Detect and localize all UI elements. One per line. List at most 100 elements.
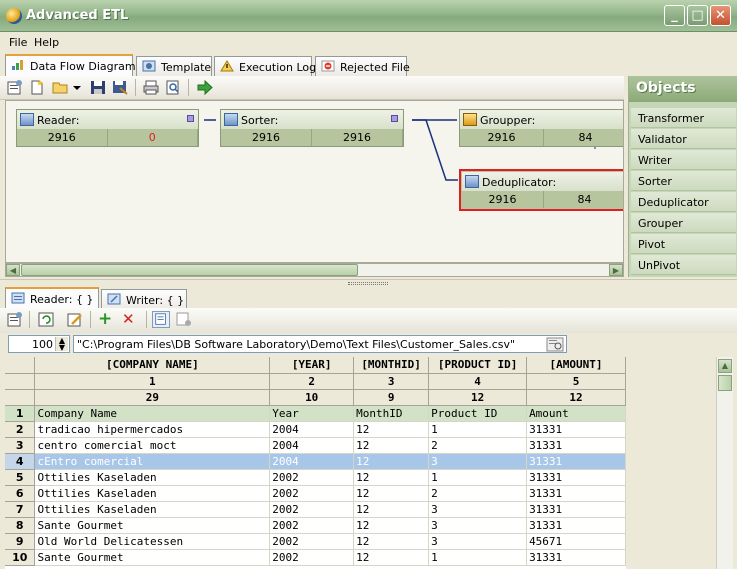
column-index[interactable]: 1 bbox=[34, 373, 271, 390]
print-preview-icon[interactable] bbox=[164, 79, 182, 96]
column-header[interactable]: [AMOUNT] bbox=[526, 357, 626, 374]
groupper-node[interactable]: Groupper: 2916 84 bbox=[459, 109, 623, 147]
column-index[interactable]: 5 bbox=[526, 373, 626, 390]
column-header[interactable]: [YEAR] bbox=[269, 357, 355, 374]
table-row[interactable]: 4 cEntro comercial 2004 12 3 31331 bbox=[5, 453, 626, 470]
object-sorter[interactable]: Sorter bbox=[631, 171, 736, 191]
deduplicator-node[interactable]: Deduplicator: 2916 84 bbox=[459, 169, 623, 211]
table-row[interactable]: 2 tradicao hipermercados 2004 12 1 31331 bbox=[5, 421, 626, 438]
scroll-up-icon[interactable]: ▲ bbox=[718, 359, 732, 373]
tab-template[interactable]: Template bbox=[136, 56, 212, 76]
table-row[interactable]: 5 Ottilies Kaseladen 2002 12 1 31331 bbox=[5, 469, 626, 486]
delete-icon[interactable]: ✕ bbox=[122, 311, 135, 328]
tab-execution-log[interactable]: Execution Log bbox=[214, 56, 316, 76]
table-cell: 1 bbox=[428, 469, 528, 486]
column-width[interactable]: 29 bbox=[34, 389, 271, 406]
tab-writer[interactable]: Writer: { } bbox=[101, 289, 187, 309]
window-title: Advanced ETL bbox=[26, 8, 129, 23]
column-header[interactable]: [PRODUCT ID] bbox=[428, 357, 528, 374]
column-index[interactable]: 3 bbox=[353, 373, 430, 390]
table-row[interactable]: 7 Ottilies Kaseladen 2002 12 3 31331 bbox=[5, 501, 626, 518]
table-row[interactable]: 1 Company Name Year MonthID Product ID Amount bbox=[5, 405, 626, 422]
column-width[interactable]: 12 bbox=[428, 389, 528, 406]
object-grouper[interactable]: Grouper bbox=[631, 213, 736, 233]
print-icon[interactable] bbox=[142, 79, 160, 96]
row-number: 3 bbox=[5, 437, 36, 454]
browse-file-icon[interactable] bbox=[546, 337, 564, 352]
scroll-left-icon[interactable]: ◀ bbox=[6, 264, 20, 276]
sorter-icon bbox=[224, 113, 238, 126]
properties-icon[interactable] bbox=[6, 311, 24, 328]
scroll-right-icon[interactable]: ▶ bbox=[609, 264, 623, 276]
close-button[interactable]: ✕ bbox=[710, 5, 731, 26]
tab-label: Template bbox=[161, 61, 212, 74]
column-index[interactable]: 4 bbox=[428, 373, 528, 390]
toolbar-separator bbox=[146, 311, 147, 328]
settings-view-icon[interactable] bbox=[175, 311, 193, 328]
object-pivot[interactable]: Pivot bbox=[631, 234, 736, 254]
panel-splitter[interactable] bbox=[0, 279, 737, 287]
table-cell: 1 bbox=[428, 421, 528, 438]
run-icon[interactable] bbox=[196, 79, 214, 96]
node-header: Sorter: bbox=[221, 110, 403, 129]
column-width[interactable]: 12 bbox=[526, 389, 626, 406]
new-icon[interactable] bbox=[28, 79, 46, 96]
scroll-thumb[interactable] bbox=[718, 375, 732, 391]
column-index[interactable]: 2 bbox=[269, 373, 355, 390]
object-unpivot[interactable]: UnPivot bbox=[631, 255, 736, 275]
output-port[interactable] bbox=[391, 115, 398, 122]
table-cell: 31331 bbox=[526, 517, 626, 534]
table-row[interactable]: 6 Ottilies Kaseladen 2002 12 2 31331 bbox=[5, 485, 626, 502]
sorter-node[interactable]: Sorter: 2916 2916 bbox=[220, 109, 404, 147]
table-cell: Ottilies Kaseladen bbox=[34, 469, 271, 486]
dropdown-arrow-icon[interactable] bbox=[73, 86, 81, 90]
object-writer[interactable]: Writer bbox=[631, 150, 736, 170]
column-header[interactable]: [COMPANY NAME] bbox=[34, 357, 271, 374]
object-validator[interactable]: Validator bbox=[631, 129, 736, 149]
minimize-button[interactable]: _ bbox=[664, 5, 685, 26]
row-count-stepper[interactable]: 100 ▲ ▼ bbox=[8, 335, 70, 353]
edit-icon[interactable] bbox=[66, 311, 84, 328]
object-transformer[interactable]: Transformer bbox=[631, 108, 736, 128]
stepper-arrows-icon[interactable]: ▲ ▼ bbox=[55, 337, 68, 352]
menu-file[interactable]: File bbox=[9, 36, 27, 49]
data-preview-grid[interactable]: [COMPANY NAME] [YEAR] [MONTHID] [PRODUCT ID… bbox=[5, 357, 626, 569]
table-cell: 3 bbox=[428, 533, 528, 550]
node-count-out: 84 bbox=[544, 129, 623, 146]
column-header[interactable]: [MONTHID] bbox=[353, 357, 430, 374]
tab-data-flow-diagram[interactable]: Data Flow Diagram: bbox=[5, 54, 139, 76]
title-bar: Advanced ETL _ □ ✕ bbox=[0, 0, 737, 32]
object-deduplicator[interactable]: Deduplicator bbox=[631, 192, 736, 212]
properties-icon[interactable] bbox=[6, 79, 24, 96]
tab-label: Rejected File bbox=[340, 61, 410, 74]
menu-help[interactable]: Help bbox=[34, 36, 59, 49]
scroll-thumb[interactable] bbox=[21, 264, 358, 276]
column-width[interactable]: 9 bbox=[353, 389, 430, 406]
table-cell: 2 bbox=[428, 437, 528, 454]
maximize-button[interactable]: □ bbox=[687, 5, 708, 26]
output-port[interactable] bbox=[187, 115, 194, 122]
file-path-field[interactable]: "C:\Program Files\DB Software Laboratory… bbox=[73, 335, 567, 353]
data-flow-diagram-canvas[interactable]: Reader: 2916 0 Sorter: 2916 2916 Groupper:… bbox=[5, 100, 624, 263]
table-row[interactable]: 9 Old World Delicatessen 2002 12 3 45671 bbox=[5, 533, 626, 550]
splitter-grip-icon[interactable] bbox=[348, 282, 388, 285]
refresh-icon[interactable] bbox=[37, 311, 55, 328]
node-count-out: 0 bbox=[107, 129, 198, 146]
grid-view-icon[interactable] bbox=[152, 311, 170, 328]
add-icon[interactable]: + bbox=[98, 311, 112, 328]
open-folder-icon[interactable] bbox=[52, 79, 70, 96]
column-width[interactable]: 10 bbox=[269, 389, 355, 406]
tab-rejected-file[interactable]: Rejected File bbox=[315, 56, 410, 76]
tab-label: Writer: { } bbox=[126, 294, 185, 307]
reader-node[interactable]: Reader: 2916 0 bbox=[16, 109, 199, 147]
grid-vertical-scrollbar[interactable]: ▲ bbox=[716, 357, 733, 569]
save-icon[interactable] bbox=[89, 79, 107, 96]
table-row[interactable]: 10 Sante Gourmet 2002 12 1 31331 bbox=[5, 549, 626, 566]
node-count-in: 2916 bbox=[460, 129, 544, 146]
table-row[interactable]: 8 Sante Gourmet 2002 12 3 31331 bbox=[5, 517, 626, 534]
table-row[interactable]: 3 centro comercial moct 2004 12 2 31331 bbox=[5, 437, 626, 454]
tab-reader[interactable]: Reader: { } bbox=[5, 287, 99, 309]
table-cell: 31331 bbox=[526, 421, 626, 438]
save-as-icon[interactable] bbox=[111, 79, 129, 96]
diagram-horizontal-scrollbar[interactable]: ◀ ▶ bbox=[5, 263, 624, 277]
